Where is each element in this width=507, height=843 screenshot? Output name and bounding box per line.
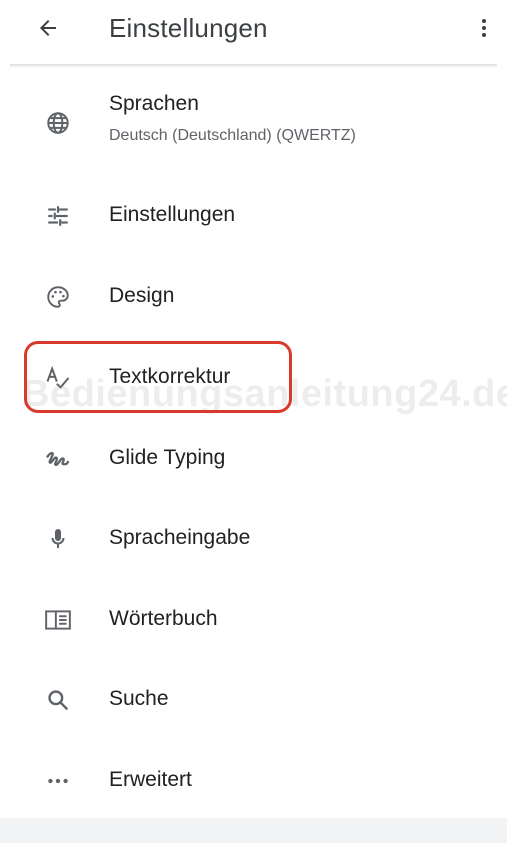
globe-icon — [38, 103, 78, 143]
settings-item-design[interactable]: Design — [0, 257, 507, 337]
settings-item-dictionary[interactable]: Wörterbuch — [0, 580, 507, 660]
settings-item-label: Glide Typing — [109, 446, 226, 469]
app-bar-divider — [10, 64, 497, 68]
settings-item-preferences[interactable]: Einstellungen — [0, 176, 507, 256]
settings-item-languages[interactable]: Sprachen Deutsch (Deutschland) (QWERTZ) — [0, 84, 507, 164]
settings-item-advanced[interactable]: Erweitert — [0, 741, 507, 821]
search-icon — [38, 680, 78, 720]
dictionary-icon — [38, 600, 78, 640]
back-button[interactable] — [28, 8, 68, 48]
settings-item-glide-typing[interactable]: Glide Typing — [0, 419, 507, 499]
tune-icon — [38, 196, 78, 236]
settings-item-label: Design — [109, 284, 175, 307]
palette-icon — [38, 277, 78, 317]
arrow-back-icon — [36, 16, 60, 40]
highlight-frame — [24, 341, 292, 413]
settings-item-label: Wörterbuch — [109, 607, 218, 630]
settings-item-voice-input[interactable]: Spracheingabe — [0, 499, 507, 579]
settings-item-label: Sprachen — [109, 92, 199, 115]
settings-item-label: Suche — [109, 687, 169, 710]
mic-icon — [38, 519, 78, 559]
settings-item-subtitle: Deutsch (Deutschland) (QWERTZ) — [109, 127, 356, 144]
settings-item-search[interactable]: Suche — [0, 660, 507, 740]
app-bar: Einstellungen — [0, 0, 507, 64]
more-vert-icon — [472, 16, 496, 40]
settings-item-label: Erweitert — [109, 768, 192, 791]
gesture-icon — [38, 439, 78, 479]
more-options-button[interactable] — [464, 8, 504, 48]
settings-item-label: Spracheingabe — [109, 526, 251, 549]
settings-item-label: Einstellungen — [109, 203, 236, 226]
more-horiz-icon — [38, 761, 78, 801]
page-title: Einstellungen — [109, 13, 268, 43]
bottom-edge — [0, 818, 507, 843]
